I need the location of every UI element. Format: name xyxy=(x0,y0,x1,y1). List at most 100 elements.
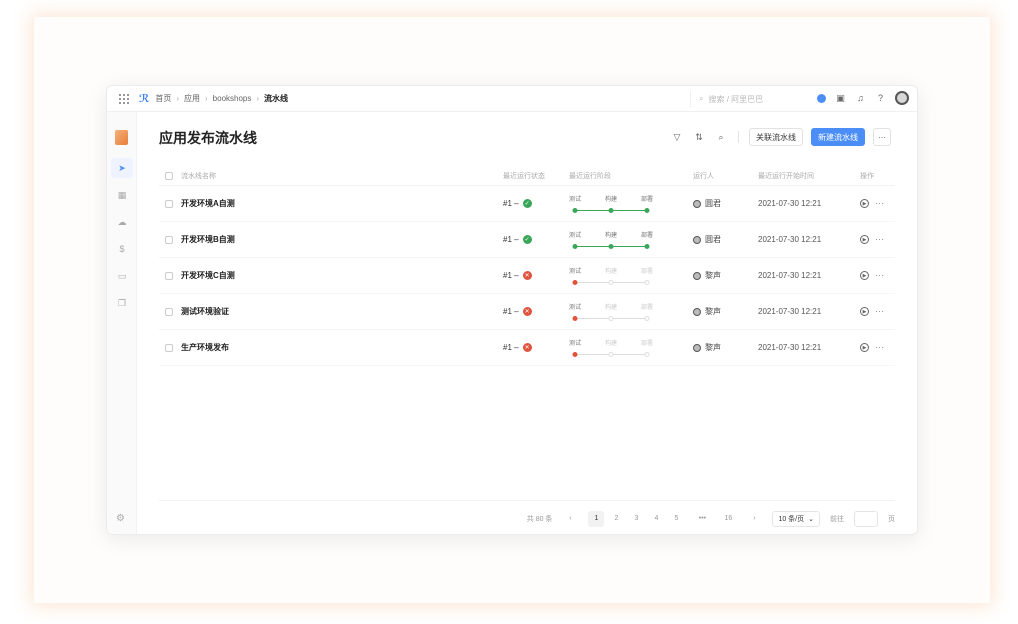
run-time: 2021-07-30 12:21 xyxy=(758,307,822,316)
new-pipeline-button[interactable]: 新建流水线 xyxy=(811,128,865,146)
page-last[interactable]: 16 xyxy=(720,511,736,527)
more-icon[interactable]: ··· xyxy=(875,235,885,244)
run-time: 2021-07-30 12:21 xyxy=(758,271,822,280)
search-icon[interactable]: ⌕ xyxy=(714,130,728,144)
stage-label: 构建 xyxy=(604,232,618,239)
box-icon[interactable]: ▭ xyxy=(111,266,133,286)
stage-label: 部署 xyxy=(640,304,654,311)
breadcrumb-current: 流水线 xyxy=(264,94,289,103)
select-all-checkbox[interactable] xyxy=(165,171,173,180)
run-time: 2021-07-30 12:21 xyxy=(758,235,822,244)
breadcrumb-app[interactable]: 应用 xyxy=(184,93,200,104)
run-status: #1 – ✕ xyxy=(503,294,532,329)
stage-dot xyxy=(572,207,578,213)
table-row[interactable]: 生产环境发布 #1 – ✕ 测试 构建 部署 黎声 2021-07-30 12:21… xyxy=(159,330,895,366)
row-actions: ▶ ··· xyxy=(860,258,885,293)
header-stage: 最近运行阶段 xyxy=(569,172,611,180)
row-checkbox[interactable] xyxy=(165,271,173,280)
settings-icon[interactable]: ⚙ xyxy=(116,513,125,524)
pagination: 共 80 条 ‹ 12345 ••• 16 › 10 条/页 ⌄ 前往 页 xyxy=(159,500,895,534)
page-button[interactable]: 2 xyxy=(608,511,624,527)
stage-dot xyxy=(644,315,650,321)
sort-icon[interactable]: ⇅ xyxy=(692,130,706,144)
stage-dot xyxy=(572,243,578,249)
bell-icon[interactable]: ♫ xyxy=(855,93,866,104)
stage-label: 测试 xyxy=(568,304,582,311)
stage-dot xyxy=(644,279,650,285)
more-button[interactable]: ··· xyxy=(873,128,891,146)
row-checkbox[interactable] xyxy=(165,235,173,244)
stage-label: 构建 xyxy=(604,268,618,275)
play-icon[interactable]: ▶ xyxy=(860,343,869,352)
table-row[interactable]: 开发环境C自测 #1 – ✕ 测试 构建 部署 黎声 2021-07-30 12:2… xyxy=(159,258,895,294)
more-icon[interactable]: ··· xyxy=(875,343,885,352)
pipeline-name[interactable]: 开发环境C自测 xyxy=(181,258,235,293)
play-icon[interactable]: ▶ xyxy=(860,235,869,244)
more-icon[interactable]: ··· xyxy=(875,271,885,280)
pipeline-name[interactable]: 测试环境验证 xyxy=(181,294,229,329)
page-button[interactable]: 3 xyxy=(628,511,644,527)
goto-suffix: 页 xyxy=(888,515,895,523)
page-button[interactable]: 1 xyxy=(588,510,605,527)
row-checkbox[interactable] xyxy=(165,307,173,316)
play-icon[interactable]: ▶ xyxy=(860,307,869,316)
filter-icon[interactable]: ▽ xyxy=(670,130,684,144)
stage-label: 构建 xyxy=(604,196,618,203)
stage-connector xyxy=(611,353,647,355)
chevron-down-icon: ⌄ xyxy=(808,515,814,523)
page-size-select[interactable]: 10 条/页 ⌄ xyxy=(772,510,820,527)
stage-connector xyxy=(611,317,647,319)
search-input[interactable]: ⌕ 搜索 / 阿里巴巴 xyxy=(690,91,800,107)
run-number: #1 – xyxy=(503,235,519,244)
pipeline-name[interactable]: 生产环境发布 xyxy=(181,330,229,365)
more-icon[interactable]: ··· xyxy=(875,307,885,316)
stage-dot xyxy=(572,315,578,321)
breadcrumb-project[interactable]: bookshops xyxy=(213,94,252,103)
page-list: 12345 xyxy=(588,510,684,527)
avatar[interactable] xyxy=(895,91,909,105)
stage-connector xyxy=(611,281,647,283)
stage-dot xyxy=(572,351,578,357)
prev-page-icon[interactable]: ‹ xyxy=(562,511,578,527)
top-bar: ℛ 首页 › 应用 › bookshops › 流水线 ⌕ 搜索 / 阿里巴巴 … xyxy=(107,86,917,112)
play-icon[interactable]: ▶ xyxy=(860,271,869,280)
pagination-ellipsis[interactable]: ••• xyxy=(694,511,710,527)
goto-page-input[interactable] xyxy=(854,510,878,527)
top-icons: ▣ ♫ ? xyxy=(817,91,909,105)
runner-name: 黎声 xyxy=(705,271,721,280)
run-number: #1 – xyxy=(503,343,519,352)
app-window: ℛ 首页 › 应用 › bookshops › 流水线 ⌕ 搜索 / 阿里巴巴 … xyxy=(106,85,918,535)
table-row[interactable]: 开发环境B自测 #1 – ✓ 测试 构建 部署 圆君 2021-07-30 12:2… xyxy=(159,222,895,258)
status-dot-icon[interactable] xyxy=(817,93,826,103)
app-icon[interactable] xyxy=(115,130,128,145)
header-time: 最近运行开始时间 xyxy=(758,172,814,180)
dollar-icon[interactable]: $ xyxy=(111,239,133,259)
table-row[interactable]: 测试环境验证 #1 – ✕ 测试 构建 部署 黎声 2021-07-30 12:21… xyxy=(159,294,895,330)
apps-grid-icon[interactable] xyxy=(119,93,129,104)
more-icon[interactable]: ··· xyxy=(875,199,885,208)
link-pipeline-button[interactable]: 关联流水线 xyxy=(749,128,803,146)
next-page-icon[interactable]: › xyxy=(746,511,762,527)
failed-icon: ✕ xyxy=(522,343,532,352)
row-checkbox[interactable] xyxy=(165,199,173,208)
copy-icon[interactable]: ❐ xyxy=(111,293,133,313)
stage-connector xyxy=(575,209,611,211)
pipeline-name[interactable]: 开发环境B自测 xyxy=(181,222,235,257)
rocket-icon[interactable]: ➤ xyxy=(111,158,133,178)
page-button[interactable]: 5 xyxy=(668,511,684,527)
cloud-icon[interactable]: ☁ xyxy=(111,212,133,232)
row-checkbox[interactable] xyxy=(165,343,173,352)
stage-label: 部署 xyxy=(640,268,654,275)
breadcrumb-home[interactable]: 首页 xyxy=(155,93,171,104)
failed-icon: ✕ xyxy=(522,271,532,280)
dashboard-icon[interactable]: ▦ xyxy=(111,185,133,205)
page-button[interactable]: 4 xyxy=(648,511,664,527)
logo-icon[interactable]: ℛ xyxy=(139,92,149,105)
table-row[interactable]: 开发环境A自测 #1 – ✓ 测试 构建 部署 圆君 2021-07-30 12:2… xyxy=(159,186,895,222)
stage-dot xyxy=(644,207,650,213)
window-icon[interactable]: ▣ xyxy=(835,93,846,104)
help-icon[interactable]: ? xyxy=(875,93,886,104)
play-icon[interactable]: ▶ xyxy=(860,199,869,208)
pipeline-name[interactable]: 开发环境A自测 xyxy=(181,186,235,221)
stage-dot xyxy=(608,315,614,321)
